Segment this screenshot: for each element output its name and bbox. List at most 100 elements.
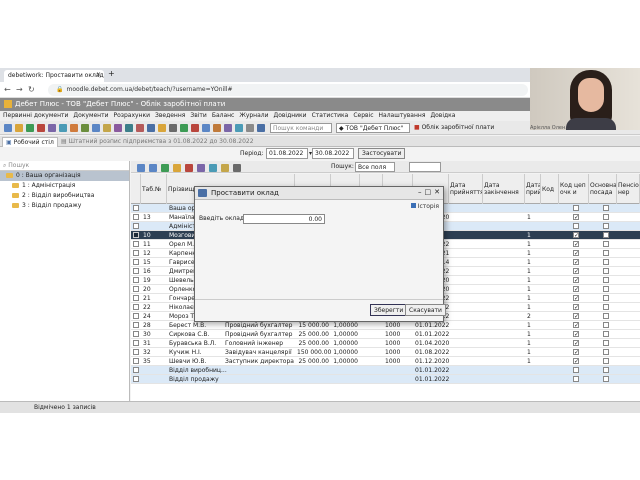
row-mark-checkbox[interactable]: [133, 214, 139, 220]
row-mark-checkbox[interactable]: [133, 331, 139, 337]
column-header[interactable]: Дата прийняття: [525, 174, 541, 204]
refresh-icon[interactable]: [180, 124, 188, 132]
tab-desk[interactable]: ▣ Робочий стіл: [2, 137, 58, 147]
remove-icon[interactable]: [185, 164, 193, 172]
column-header[interactable]: [131, 174, 141, 204]
row-mark-checkbox[interactable]: [133, 358, 139, 364]
main-position-checkbox[interactable]: ✓: [573, 232, 579, 239]
main-position-checkbox[interactable]: ✓: [573, 340, 579, 347]
main-position-checkbox[interactable]: ✓: [573, 277, 579, 284]
settings-icon[interactable]: [125, 124, 133, 132]
menu-item[interactable]: Баланс: [212, 112, 235, 119]
row-mark-checkbox[interactable]: [133, 223, 139, 229]
menu-item[interactable]: Статистика: [312, 112, 349, 119]
main-position-checkbox[interactable]: ✓: [573, 304, 579, 311]
cancel-button[interactable]: Скасувати: [405, 304, 446, 316]
close-icon[interactable]: ✕: [434, 188, 440, 196]
pensioner-checkbox[interactable]: [603, 214, 609, 220]
edit-icon[interactable]: [173, 164, 181, 172]
row-mark-checkbox[interactable]: [133, 313, 139, 319]
mail-icon[interactable]: [147, 124, 155, 132]
new-icon[interactable]: [4, 124, 12, 132]
calc-icon[interactable]: [59, 124, 67, 132]
pensioner-checkbox[interactable]: [603, 232, 609, 238]
print-icon[interactable]: [48, 124, 56, 132]
url-field[interactable]: 🔒 moodle.debet.com.ua/debet/teach/?userna…: [48, 84, 528, 96]
row-mark-checkbox[interactable]: [133, 322, 139, 328]
menu-item[interactable]: Налаштування: [379, 112, 426, 119]
date-to-input[interactable]: 30.08.2022: [312, 148, 354, 159]
filter-icon[interactable]: [221, 164, 229, 172]
menu-item[interactable]: Довідка: [430, 112, 455, 119]
save-icon[interactable]: [26, 124, 34, 132]
main-position-checkbox[interactable]: ✓: [573, 295, 579, 302]
menu-item[interactable]: Зведення: [155, 112, 185, 119]
organization-select[interactable]: ◆ ТОВ "Дебет Плюс": [336, 123, 410, 133]
filter-icon[interactable]: [103, 124, 111, 132]
main-position-checkbox[interactable]: [573, 223, 579, 229]
pensioner-checkbox[interactable]: [603, 223, 609, 229]
row-mark-checkbox[interactable]: [133, 232, 139, 238]
chart-icon[interactable]: [114, 124, 122, 132]
main-position-checkbox[interactable]: ✓: [573, 241, 579, 248]
copy-icon[interactable]: [197, 164, 205, 172]
new-tab-icon[interactable]: +: [108, 69, 115, 78]
pensioner-checkbox[interactable]: [603, 313, 609, 319]
reload-icon[interactable]: ↻: [28, 85, 35, 94]
salary-input[interactable]: 0.00: [243, 214, 325, 224]
column-header[interactable]: Основна посада: [589, 174, 617, 204]
table-row[interactable]: 35 Шевчи Ю.В. Заступник директора 25 000.00…: [131, 357, 640, 366]
menu-item[interactable]: Журнали: [239, 112, 268, 119]
delete-icon[interactable]: [37, 124, 45, 132]
tree-item-sales[interactable]: 3 : Відділ продажу: [0, 201, 129, 211]
group-row[interactable]: Відділ продажу 01.01.2022: [131, 375, 640, 384]
tree-item-root[interactable]: 0 : Ваша організація: [0, 171, 129, 181]
main-position-checkbox[interactable]: ✓: [573, 250, 579, 257]
main-position-checkbox[interactable]: ✓: [573, 322, 579, 329]
folder-icon[interactable]: [158, 124, 166, 132]
row-mark-checkbox[interactable]: [133, 277, 139, 283]
main-position-checkbox[interactable]: ✓: [573, 349, 579, 356]
pensioner-checkbox[interactable]: [603, 205, 609, 211]
main-position-checkbox[interactable]: ✓: [573, 286, 579, 293]
pensioner-checkbox[interactable]: [603, 250, 609, 256]
main-position-checkbox[interactable]: ✓: [573, 313, 579, 320]
apply-button[interactable]: Застосувати: [358, 148, 406, 159]
menu-item[interactable]: Первинні документи: [3, 112, 68, 119]
report-icon[interactable]: [70, 124, 78, 132]
row-mark-checkbox[interactable]: [133, 259, 139, 265]
pensioner-checkbox[interactable]: [603, 331, 609, 337]
main-position-checkbox[interactable]: ✓: [573, 268, 579, 275]
stop-icon[interactable]: [191, 124, 199, 132]
tree-item-production[interactable]: 2 : Відділ виробництва: [0, 191, 129, 201]
pensioner-checkbox[interactable]: [603, 277, 609, 283]
browser-tab[interactable]: debetiwork: Проставити оклад ×: [4, 70, 104, 82]
pensioner-checkbox[interactable]: [603, 286, 609, 292]
table-row[interactable]: 31 Буравська В.Л. Головний інженер 25 000.0…: [131, 339, 640, 348]
maximize-icon[interactable]: □: [425, 188, 432, 196]
row-mark-checkbox[interactable]: [133, 367, 139, 373]
menu-item[interactable]: Довідники: [274, 112, 307, 119]
menu-item[interactable]: Документи: [73, 112, 108, 119]
row-mark-checkbox[interactable]: [133, 376, 139, 382]
row-mark-checkbox[interactable]: [133, 286, 139, 292]
calculator-icon[interactable]: [224, 124, 232, 132]
user-icon[interactable]: [202, 124, 210, 132]
main-position-checkbox[interactable]: [573, 376, 579, 382]
export-icon[interactable]: [81, 124, 89, 132]
key-icon[interactable]: [213, 124, 221, 132]
pensioner-checkbox[interactable]: [603, 367, 609, 373]
history-link[interactable]: Історія: [410, 203, 439, 210]
main-position-checkbox[interactable]: ✓: [573, 358, 579, 365]
pensioner-checkbox[interactable]: [603, 259, 609, 265]
column-header[interactable]: Дата прийняття: [449, 174, 483, 204]
column-header[interactable]: Пенсіо нер: [617, 174, 640, 204]
minimize-icon[interactable]: –: [418, 188, 422, 196]
command-search-input[interactable]: Пошук команди: [270, 123, 332, 133]
pensioner-checkbox[interactable]: [603, 304, 609, 310]
sort-icon[interactable]: [209, 164, 217, 172]
row-mark-checkbox[interactable]: [133, 295, 139, 301]
table-row[interactable]: 30 Сиркова С.В. Провідний бухгалтер 25 000.…: [131, 330, 640, 339]
column-header[interactable]: Код: [541, 174, 559, 204]
email-icon[interactable]: [235, 124, 243, 132]
